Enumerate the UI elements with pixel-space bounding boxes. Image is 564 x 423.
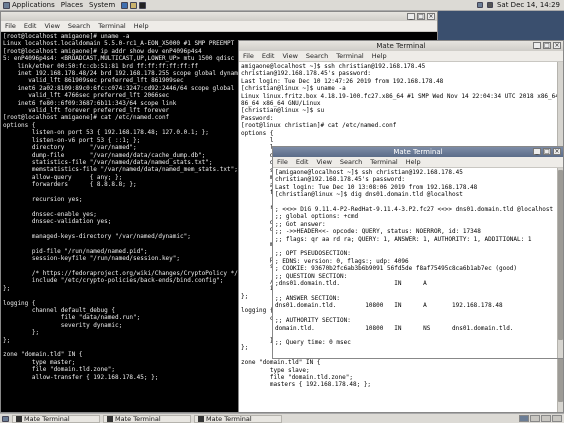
taskbar-item-1[interactable]: Mate Terminal [12, 414, 100, 423]
menu-search[interactable]: Search [68, 21, 90, 31]
window-1-menubar: File Edit View Search Terminal Help [1, 21, 437, 32]
browser-launcher-icon[interactable] [121, 1, 129, 9]
menu-file[interactable]: File [277, 157, 288, 167]
menu-help[interactable]: Help [372, 51, 387, 61]
taskbar-item-3[interactable]: Mate Terminal [194, 414, 282, 423]
window-1-controls: _ □ × [407, 13, 435, 20]
window-3-scrollbar-thumb[interactable] [558, 170, 563, 340]
close-button[interactable]: × [427, 13, 435, 20]
taskbar-item-label: Mate Terminal [115, 414, 161, 423]
window-2-menubar: File Edit View Search Terminal Help [239, 51, 563, 62]
menu-view[interactable]: View [44, 21, 59, 31]
close-button[interactable]: × [553, 148, 561, 155]
menu-terminal[interactable]: Terminal [98, 21, 125, 31]
taskbar-item-label: Mate Terminal [206, 414, 252, 423]
network-icon[interactable] [476, 2, 483, 8]
close-button[interactable]: × [553, 42, 561, 49]
taskbar-item-label: Mate Terminal [24, 414, 70, 423]
show-desktop-icon[interactable] [2, 415, 9, 422]
system-menu[interactable]: System [89, 0, 115, 11]
menu-edit[interactable]: Edit [296, 157, 309, 167]
taskbar-item-2[interactable]: Mate Terminal [103, 414, 191, 423]
workspace-switcher [519, 415, 564, 422]
workspace-2[interactable] [530, 415, 540, 422]
window-2-controls: _ □ × [533, 42, 561, 49]
workspace-4[interactable] [552, 415, 562, 422]
clock[interactable]: Sat Dec 14, 14:29 [497, 0, 560, 11]
window-2-title: Mate Terminal [376, 42, 426, 50]
top-panel-menus: Applications Places System [0, 0, 147, 11]
places-menu[interactable]: Places [61, 0, 83, 11]
applications-icon [3, 1, 10, 9]
menu-view[interactable]: View [282, 51, 297, 61]
maximize-button[interactable]: □ [543, 148, 551, 155]
terminal-window-3[interactable]: Mate Terminal _ □ × File Edit View Searc… [272, 146, 564, 359]
menu-view[interactable]: View [316, 157, 331, 167]
terminal-launcher-icon[interactable] [139, 1, 147, 9]
menu-search[interactable]: Search [340, 157, 362, 167]
maximize-button[interactable]: □ [543, 42, 551, 49]
window-3-title: Mate Terminal [393, 148, 443, 156]
window-3-titlebar[interactable]: Mate Terminal _ □ × [273, 147, 563, 157]
applications-menu[interactable]: Applications [3, 0, 55, 11]
top-panel-tray: Sat Dec 14, 14:29 [476, 0, 564, 11]
window-3-terminal-output[interactable]: [amigaone@localhost ~]$ ssh christian@19… [273, 168, 563, 358]
terminal-icon [16, 415, 22, 422]
terminal-icon [198, 415, 204, 422]
menu-help[interactable]: Help [134, 21, 149, 31]
terminal-icon [107, 415, 113, 422]
menu-help[interactable]: Help [406, 157, 421, 167]
menu-terminal[interactable]: Terminal [370, 157, 397, 167]
maximize-button[interactable]: □ [417, 13, 425, 20]
window-3-menubar: File Edit View Search Terminal Help [273, 157, 563, 168]
workspace-3[interactable] [541, 415, 551, 422]
taskbar: Mate Terminal Mate Terminal Mate Termina… [0, 413, 564, 423]
menu-edit[interactable]: Edit [262, 51, 275, 61]
menu-edit[interactable]: Edit [24, 21, 37, 31]
menu-terminal[interactable]: Terminal [336, 51, 363, 61]
minimize-button[interactable]: _ [533, 148, 541, 155]
workspace-1[interactable] [519, 415, 529, 422]
minimize-button[interactable]: _ [407, 13, 415, 20]
window-2-titlebar[interactable]: Mate Terminal _ □ × [239, 41, 563, 51]
launcher-icons[interactable] [121, 1, 147, 9]
window-3-controls: _ □ × [533, 148, 561, 155]
window-3-scrollbar[interactable] [557, 168, 563, 358]
mail-launcher-icon[interactable] [130, 1, 138, 9]
menu-file[interactable]: File [243, 51, 254, 61]
minimize-button[interactable]: _ [533, 42, 541, 49]
menu-file[interactable]: File [5, 21, 16, 31]
menu-search[interactable]: Search [306, 51, 328, 61]
top-panel: Applications Places System Sat Dec 14, 1… [0, 0, 564, 11]
volume-icon[interactable] [486, 2, 493, 8]
window-1-titlebar[interactable]: _ □ × [1, 12, 437, 21]
